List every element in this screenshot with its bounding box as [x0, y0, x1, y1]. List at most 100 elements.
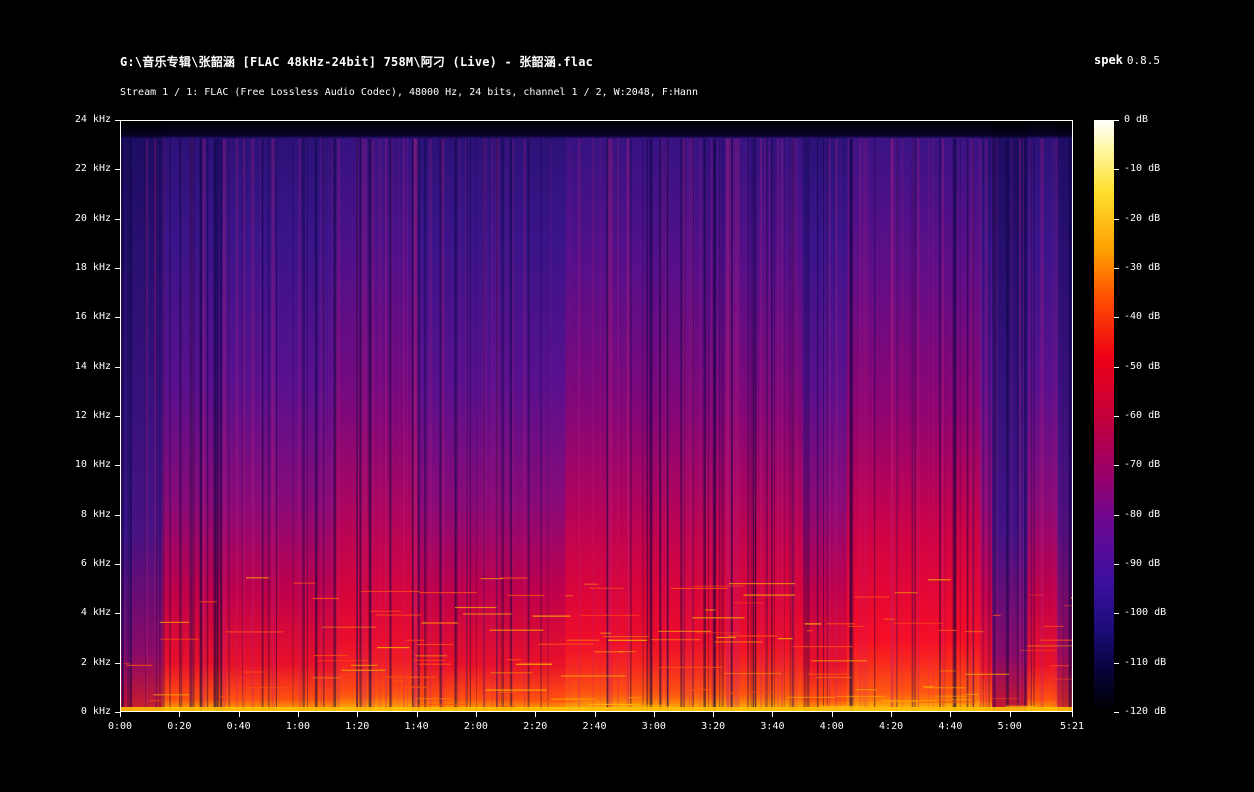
harmonic-band [964, 698, 1018, 700]
spectral-streak [271, 138, 273, 711]
spectral-streak [828, 138, 831, 711]
harmonic-band [608, 639, 648, 641]
harmonic-band [721, 693, 752, 695]
spectral-streak [145, 138, 149, 711]
spectral-streak [874, 138, 876, 711]
harmonic-band [594, 651, 625, 653]
spectral-streak [273, 138, 276, 711]
spectral-streak [750, 138, 752, 711]
harmonic-band [126, 664, 153, 666]
harmonic-band [923, 686, 934, 688]
spectrogram-image [121, 121, 1072, 711]
spectral-streak [356, 138, 358, 711]
harmonic-band [383, 676, 435, 678]
spectral-streak [835, 138, 838, 711]
spectral-streak [181, 138, 183, 711]
db-tick-label: -100 dB [1124, 607, 1167, 619]
db-tick [1114, 317, 1119, 318]
spectral-streak [262, 138, 264, 711]
harmonic-band [532, 615, 571, 617]
loud-section [334, 121, 418, 711]
db-tick [1114, 515, 1119, 516]
spectral-streak [927, 138, 930, 711]
spectral-streak [953, 138, 957, 711]
time-tick-label: 0:40 [226, 721, 251, 732]
time-tick-label: 5:21 [1059, 721, 1085, 732]
harmonic-band [1070, 597, 1072, 599]
spectral-streak [303, 138, 305, 711]
harmonic-band [341, 669, 386, 671]
harmonic-band [1027, 645, 1072, 647]
harmonic-band [583, 583, 599, 585]
frequency-tick-label: 8 kHz [80, 508, 111, 520]
db-tick [1114, 564, 1119, 565]
spectrogram-plot[interactable] [120, 120, 1073, 712]
spectral-streak [806, 138, 810, 711]
harmonic-band [538, 643, 594, 645]
time-tick [1072, 712, 1073, 717]
spectral-streak [839, 138, 841, 711]
harmonic-band [515, 663, 553, 665]
frequency-tick [115, 613, 120, 614]
spectral-streak [901, 138, 904, 711]
spectral-streak [331, 138, 334, 711]
spectral-streak [795, 138, 798, 711]
spectral-streak [941, 138, 945, 711]
time-tick-label: 2:20 [523, 721, 548, 732]
spectral-streak [298, 138, 301, 711]
spectral-streak [550, 138, 552, 711]
spectral-streak [914, 138, 916, 711]
harmonic-band [721, 691, 774, 693]
frequency-tick-label: 16 kHz [74, 311, 111, 323]
harmonic-band [1063, 605, 1072, 607]
spectral-streak [363, 138, 366, 711]
harmonic-band [246, 577, 269, 579]
frequency-tick-label: 10 kHz [74, 459, 111, 471]
harmonic-band [1005, 705, 1036, 707]
spectral-streak [512, 138, 514, 711]
spectral-streak [429, 138, 432, 711]
harmonic-band [149, 700, 161, 702]
spectral-streak [737, 138, 740, 711]
spectral-streak [1062, 138, 1064, 711]
harmonic-band [966, 693, 979, 695]
harmonic-band [405, 639, 425, 641]
harmonic-band [689, 689, 710, 691]
file-title: G:\音乐专辑\张韶涵 [FLAC 48kHz-24bit] 758M\阿刁 (… [120, 55, 594, 69]
spectral-streak [1065, 138, 1066, 711]
db-tick-label: -80 dB [1124, 508, 1161, 520]
time-tick [950, 712, 951, 717]
spectral-streak [771, 138, 773, 711]
spectral-streak [378, 138, 382, 711]
spectral-streak [1053, 138, 1056, 711]
spectral-streak [121, 138, 124, 711]
spectral-streak [442, 138, 445, 711]
harmonic-band [370, 610, 402, 612]
frequency-tick [115, 268, 120, 269]
spectral-streak [385, 138, 387, 711]
time-tick [239, 712, 240, 717]
db-tick-label: -10 dB [1124, 163, 1161, 175]
time-tick [654, 712, 655, 717]
harmonic-band [793, 646, 853, 648]
spectral-streak [712, 138, 716, 711]
frequency-tick-label: 4 kHz [80, 607, 111, 619]
frequency-tick-label: 0 kHz [80, 706, 111, 717]
spectral-streak [865, 138, 868, 711]
harmonic-band [415, 655, 447, 657]
spectral-streak [454, 138, 456, 711]
spectral-streak [1030, 138, 1032, 711]
spectral-streak [314, 138, 318, 711]
harmonic-band [361, 590, 420, 593]
harmonic-band [243, 671, 263, 673]
harmonic-band [893, 622, 944, 624]
db-tick [1114, 268, 1119, 269]
spectral-streak [1029, 138, 1030, 711]
spectral-streak [509, 138, 511, 711]
harmonic-band [312, 677, 341, 679]
spectral-streak [781, 138, 784, 711]
spectral-streak [895, 138, 897, 711]
harmonic-band [339, 674, 357, 676]
app-name-label: spek [1094, 53, 1123, 67]
harmonic-band [418, 663, 451, 665]
